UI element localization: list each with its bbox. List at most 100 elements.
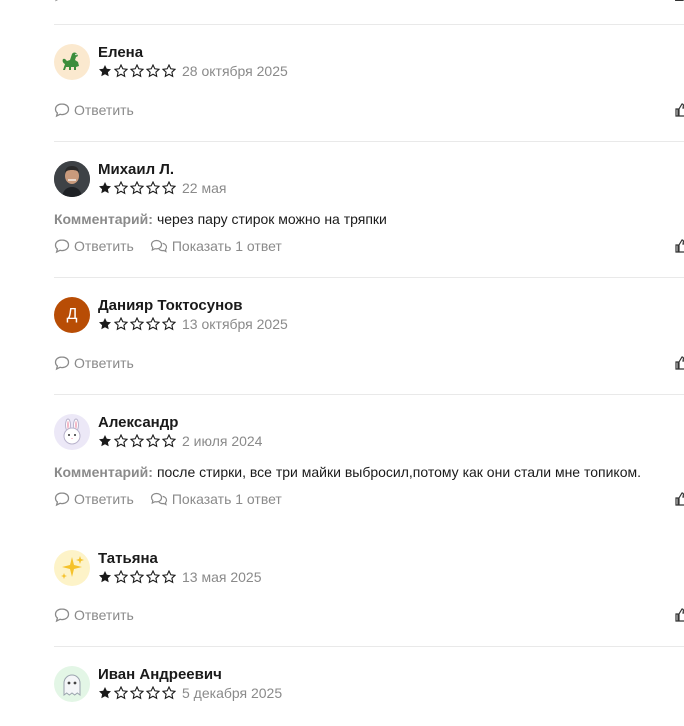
divider (54, 24, 684, 25)
rating-stars: 22 мая (98, 180, 226, 196)
author-name[interactable]: Иван Андреевич (98, 666, 222, 683)
thumb-up-icon[interactable] (674, 102, 684, 118)
reply-button[interactable]: Ответить (54, 607, 134, 623)
reply-button[interactable]: Ответить (54, 491, 134, 507)
star-filled-icon (99, 435, 111, 447)
person-photo-icon (54, 161, 90, 197)
avatar[interactable] (54, 161, 90, 197)
chat-bubble-icon (54, 239, 70, 254)
comment-label: Комментарий: (54, 211, 153, 227)
chat-bubble-icon (54, 492, 70, 507)
star-empty-icon (130, 686, 144, 700)
star-empty-icon (162, 570, 176, 584)
star-empty-icon (130, 570, 144, 584)
thumb-up-icon[interactable] (674, 607, 684, 623)
star-filled-icon (99, 687, 111, 699)
comment-text: после стирки, все три майки выбросил,пот… (156, 464, 642, 480)
star-empty-icon (162, 64, 176, 78)
show-replies-button[interactable]: Показать 1 ответ (150, 238, 282, 254)
sparkles-icon (58, 554, 86, 582)
show-replies-button[interactable]: Показать 1 ответ (150, 491, 282, 507)
comment-label: Комментарий: (54, 464, 153, 480)
review-item: Иван Андреевич 5 декабря 2025 (54, 666, 684, 726)
review-date: 28 октября 2025 (182, 63, 288, 79)
reply-button[interactable]: Ответить (54, 102, 134, 118)
rating-stars: 28 октября 2025 (98, 63, 288, 79)
star-empty-icon (146, 570, 160, 584)
avatar-letter: Д (66, 306, 78, 323)
star-empty-icon (130, 317, 144, 331)
thumb-up-icon[interactable] (674, 355, 684, 371)
star-empty-icon (114, 434, 128, 448)
star-empty-icon (146, 64, 160, 78)
review-item: Елена 28 октября 2025 Ответить (54, 44, 684, 118)
review-date: 13 мая 2025 (182, 569, 262, 585)
reply-label: Ответить (74, 238, 134, 254)
review-date: 2 июля 2024 (182, 433, 263, 449)
chat-bubble-icon (54, 608, 70, 623)
author-name[interactable]: Михаил Л. (98, 161, 174, 178)
comment-text: через пару стирок можно на тряпки (156, 211, 387, 227)
review-actions: Ответить (54, 607, 150, 623)
author-name[interactable]: Елена (98, 44, 143, 61)
reply-button[interactable]: Ответить (54, 355, 134, 371)
replies-icon (150, 492, 167, 506)
thumb-up-icon[interactable] (674, 491, 684, 507)
show-replies-label: Показать 1 ответ (171, 238, 282, 254)
review-actions: Ответить (54, 355, 150, 371)
review-item: Александр 2 июля 2024 Комментарий: после ст… (54, 414, 684, 507)
review-date: 13 октября 2025 (182, 316, 288, 332)
chat-bubble-icon (54, 103, 70, 118)
reply-label: Ответить (74, 355, 134, 371)
reply-button[interactable]: Ответить (54, 238, 134, 254)
star-empty-icon (146, 181, 160, 195)
star-empty-icon (162, 181, 176, 195)
review-item: Михаил Л. 22 мая Комментарий: через пару ст… (54, 161, 684, 254)
rating-stars: 13 октября 2025 (98, 316, 288, 332)
divider (54, 394, 684, 395)
avatar[interactable] (54, 44, 90, 80)
rating-stars: 13 мая 2025 (98, 569, 262, 585)
chat-bubble-icon[interactable] (54, 0, 66, 2)
star-empty-icon (114, 570, 128, 584)
reply-label: Ответить (74, 102, 134, 118)
star-filled-icon (99, 571, 111, 583)
avatar[interactable] (54, 666, 90, 702)
avatar[interactable] (54, 414, 90, 450)
star-empty-icon (130, 434, 144, 448)
review-actions: Ответить Показать 1 ответ (54, 491, 298, 507)
rabbit-icon (58, 418, 86, 446)
divider (54, 277, 684, 278)
star-empty-icon (162, 686, 176, 700)
author-name[interactable]: Данияр Токтосунов (98, 297, 243, 314)
dinosaur-icon (58, 48, 86, 76)
review-item: Д Данияр Токтосунов 13 октября 2025 Ответит… (54, 297, 684, 371)
rating-stars: 5 декабря 2025 (98, 685, 282, 701)
thumb-up-icon[interactable] (674, 238, 684, 254)
chat-bubble-icon (54, 356, 70, 371)
star-empty-icon (146, 686, 160, 700)
ghost-icon (58, 670, 86, 698)
author-name[interactable]: Татьяна (98, 550, 158, 567)
star-filled-icon (99, 318, 111, 330)
review-comment: Комментарий: после стирки, все три майки … (54, 464, 641, 480)
star-empty-icon (162, 317, 176, 331)
star-empty-icon (146, 317, 160, 331)
star-empty-icon (114, 317, 128, 331)
thumb-up-icon[interactable] (674, 0, 684, 2)
star-empty-icon (114, 686, 128, 700)
reply-label: Ответить (74, 607, 134, 623)
replies-icon (150, 239, 167, 253)
divider (54, 646, 684, 647)
avatar[interactable]: Д (54, 297, 90, 333)
avatar[interactable] (54, 550, 90, 586)
reply-label: Ответить (74, 491, 134, 507)
star-empty-icon (130, 181, 144, 195)
previous-review-fragment (54, 0, 684, 4)
star-empty-icon (114, 181, 128, 195)
author-name[interactable]: Александр (98, 414, 178, 431)
star-empty-icon (130, 64, 144, 78)
show-replies-label: Показать 1 ответ (171, 491, 282, 507)
review-date: 22 мая (182, 180, 227, 196)
star-empty-icon (162, 434, 176, 448)
